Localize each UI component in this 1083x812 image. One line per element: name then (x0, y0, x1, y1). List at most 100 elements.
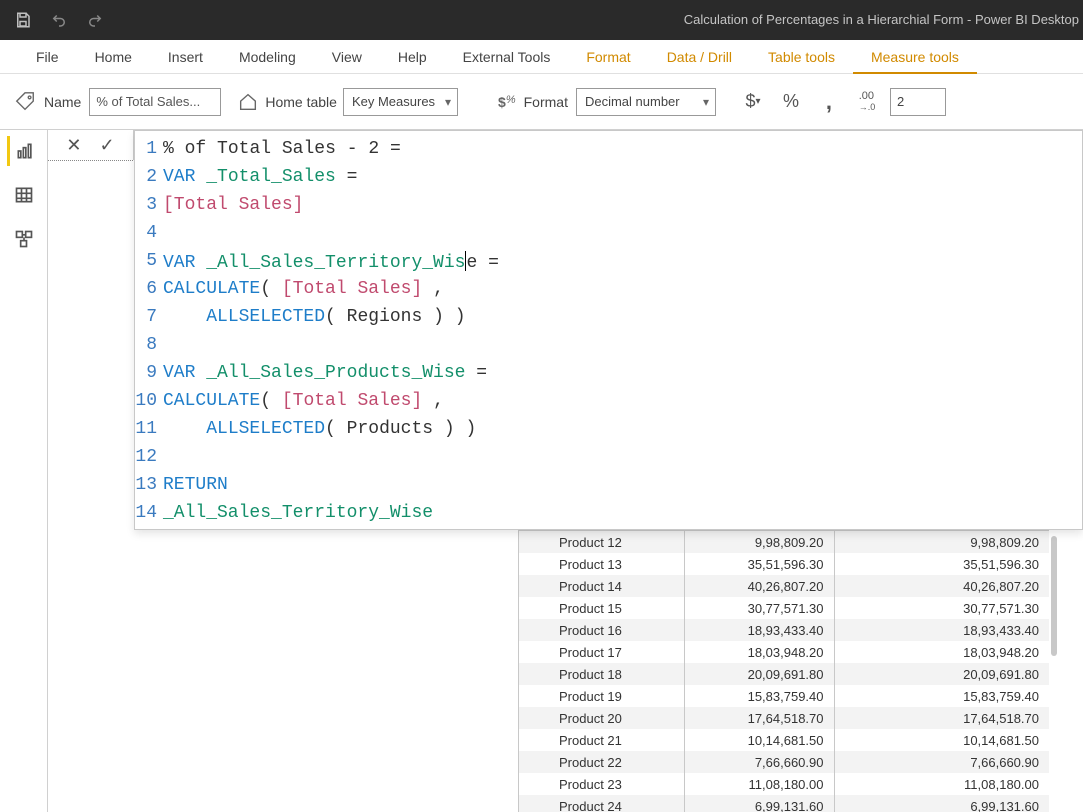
formula-line[interactable] (163, 219, 1082, 247)
report-view-button[interactable] (7, 136, 41, 166)
table-row[interactable]: Product 1820,09,691.8020,09,691.80 (519, 663, 1049, 685)
home-table-label: Home table (265, 94, 337, 110)
product-cell: Product 18 (519, 663, 684, 685)
tab-help[interactable]: Help (380, 40, 445, 74)
value-cell: 6,99,131.60 (684, 795, 834, 812)
formula-line[interactable]: RETURN (163, 471, 1082, 499)
formula-line[interactable]: ALLSELECTED( Products ) ) (163, 415, 1082, 443)
formula-line[interactable]: VAR _All_Sales_Products_Wise = (163, 359, 1082, 387)
data-table: Product 129,98,809.209,98,809.20Product … (518, 530, 1049, 812)
decimals-input[interactable] (890, 88, 946, 116)
currency-button[interactable]: $ ▾ (736, 86, 770, 118)
table-row[interactable]: Product 129,98,809.209,98,809.20 (519, 531, 1049, 553)
redo-icon[interactable] (86, 11, 104, 29)
value-cell: 40,26,807.20 (834, 575, 1049, 597)
value-cell: 7,66,660.90 (684, 751, 834, 773)
formula-line[interactable]: % of Total Sales - 2 = (163, 135, 1082, 163)
ribbon-content: Name Home table Key Measures $% Format D… (0, 74, 1083, 130)
home-table-icon (237, 91, 259, 113)
scrollbar-thumb[interactable] (1051, 536, 1057, 656)
title-bar: Calculation of Percentages in a Hierarch… (0, 0, 1083, 40)
decimals-icon[interactable]: .00→.0 (850, 86, 884, 118)
table-row[interactable]: Product 227,66,660.907,66,660.90 (519, 751, 1049, 773)
product-cell: Product 24 (519, 795, 684, 812)
value-cell: 18,93,433.40 (834, 619, 1049, 641)
formula-line[interactable]: VAR _All_Sales_Territory_Wise = (163, 247, 1082, 275)
save-icon[interactable] (14, 11, 32, 29)
value-cell: 15,83,759.40 (684, 685, 834, 707)
format-fx-icon: $% (498, 94, 516, 110)
value-cell: 15,83,759.40 (834, 685, 1049, 707)
tag-icon (14, 91, 36, 113)
views-rail (0, 130, 48, 812)
table-row[interactable]: Product 1335,51,596.3035,51,596.30 (519, 553, 1049, 575)
value-cell: 35,51,596.30 (834, 553, 1049, 575)
formula-line[interactable] (163, 331, 1082, 359)
value-cell: 20,09,691.80 (834, 663, 1049, 685)
table-row[interactable]: Product 246,99,131.606,99,131.60 (519, 795, 1049, 812)
tab-insert[interactable]: Insert (150, 40, 221, 74)
name-input[interactable] (89, 88, 221, 116)
formula-commit-button[interactable]: ✓ (100, 135, 115, 156)
tab-table-tools[interactable]: Table tools (750, 40, 853, 74)
product-cell: Product 19 (519, 685, 684, 707)
value-cell: 30,77,571.30 (684, 597, 834, 619)
model-view-button[interactable] (7, 224, 41, 254)
formula-line[interactable]: _All_Sales_Territory_Wise (163, 499, 1082, 527)
product-cell: Product 22 (519, 751, 684, 773)
tab-view[interactable]: View (314, 40, 380, 74)
formula-line[interactable] (163, 443, 1082, 471)
table-row[interactable]: Product 1718,03,948.2018,03,948.20 (519, 641, 1049, 663)
tab-format[interactable]: Format (568, 40, 648, 74)
table-row[interactable]: Product 1915,83,759.4015,83,759.40 (519, 685, 1049, 707)
product-cell: Product 13 (519, 553, 684, 575)
product-cell: Product 14 (519, 575, 684, 597)
tab-modeling[interactable]: Modeling (221, 40, 314, 74)
name-label: Name (44, 94, 81, 110)
ribbon-tabs: FileHomeInsertModelingViewHelpExternal T… (0, 40, 1083, 74)
undo-icon[interactable] (50, 11, 68, 29)
value-cell: 17,64,518.70 (684, 707, 834, 729)
product-cell: Product 23 (519, 773, 684, 795)
table-row[interactable]: Product 1618,93,433.4018,93,433.40 (519, 619, 1049, 641)
product-cell: Product 16 (519, 619, 684, 641)
value-cell: 40,26,807.20 (684, 575, 834, 597)
formula-line[interactable]: CALCULATE( [Total Sales] , (163, 387, 1082, 415)
formula-line[interactable]: VAR _Total_Sales = (163, 163, 1082, 191)
percent-button[interactable]: % (774, 86, 808, 118)
value-cell: 18,03,948.20 (834, 641, 1049, 663)
data-view-button[interactable] (7, 180, 41, 210)
format-label: Format (524, 94, 568, 110)
format-select[interactable]: Decimal number (576, 88, 716, 116)
value-cell: 30,77,571.30 (834, 597, 1049, 619)
tab-external-tools[interactable]: External Tools (445, 40, 569, 74)
table-row[interactable]: Product 2017,64,518.7017,64,518.70 (519, 707, 1049, 729)
formula-cancel-button[interactable]: ✕ (66, 135, 81, 156)
product-cell: Product 15 (519, 597, 684, 619)
formula-line[interactable]: [Total Sales] (163, 191, 1082, 219)
tab-file[interactable]: File (18, 40, 77, 74)
tab-data-drill[interactable]: Data / Drill (649, 40, 750, 74)
value-cell: 11,08,180.00 (834, 773, 1049, 795)
thousands-button[interactable]: , (812, 86, 846, 118)
formula-line[interactable]: ALLSELECTED( Regions ) ) (163, 303, 1082, 331)
table-row[interactable]: Product 2311,08,180.0011,08,180.00 (519, 773, 1049, 795)
value-cell: 9,98,809.20 (684, 531, 834, 553)
formula-line[interactable]: CALCULATE( [Total Sales] , (163, 275, 1082, 303)
window-title: Calculation of Percentages in a Hierarch… (684, 0, 1079, 40)
value-cell: 18,93,433.40 (684, 619, 834, 641)
value-cell: 6,99,131.60 (834, 795, 1049, 812)
value-cell: 10,14,681.50 (834, 729, 1049, 751)
tab-home[interactable]: Home (77, 40, 150, 74)
formula-editor[interactable]: 1234567891011121314 % of Total Sales - 2… (134, 130, 1083, 530)
value-cell: 9,98,809.20 (834, 531, 1049, 553)
table-row[interactable]: Product 1440,26,807.2040,26,807.20 (519, 575, 1049, 597)
value-cell: 7,66,660.90 (834, 751, 1049, 773)
table-row[interactable]: Product 1530,77,571.3030,77,571.30 (519, 597, 1049, 619)
value-cell: 17,64,518.70 (834, 707, 1049, 729)
product-cell: Product 17 (519, 641, 684, 663)
home-table-select[interactable]: Key Measures (343, 88, 458, 116)
value-cell: 35,51,596.30 (684, 553, 834, 575)
table-row[interactable]: Product 2110,14,681.5010,14,681.50 (519, 729, 1049, 751)
tab-measure-tools[interactable]: Measure tools (853, 40, 977, 74)
